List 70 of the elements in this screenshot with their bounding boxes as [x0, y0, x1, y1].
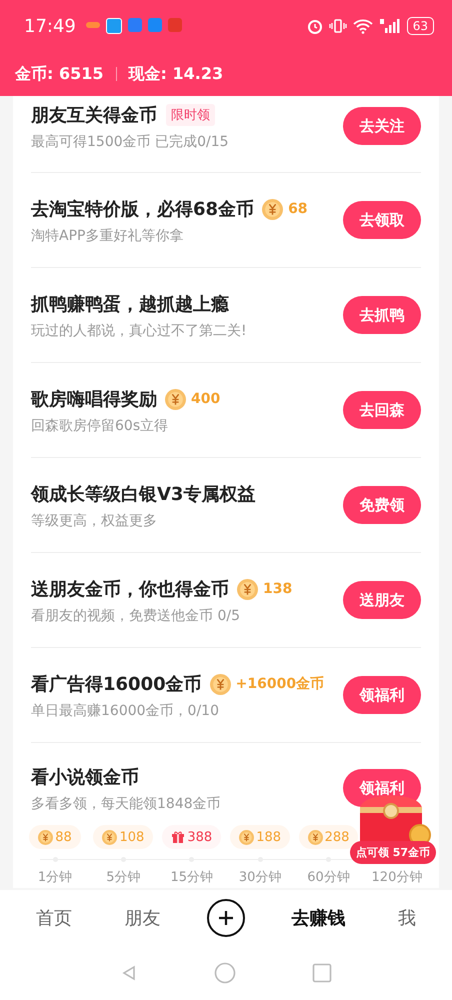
app-notification-icon: [106, 18, 122, 34]
limited-time-tag: 限时领: [166, 104, 215, 126]
cash-balance: 现金: 14.23: [128, 64, 224, 84]
app-notification-icon: [86, 22, 100, 28]
coin-icon: [237, 578, 258, 600]
task-description: 单日最高赚16000金币，0/10: [31, 702, 220, 720]
task-description: 等级更高，权益更多: [31, 512, 158, 530]
task-description: 淘特APP多重好礼等你拿: [31, 227, 184, 245]
task-button[interactable]: 去领取: [343, 201, 421, 239]
nav-tab[interactable]: 去赚钱: [285, 902, 352, 934]
nav-tab[interactable]: 首页: [30, 902, 78, 934]
app-notification-icon: [148, 18, 162, 32]
task-title: 去淘宝特价版，必得68金币: [31, 198, 254, 221]
task-title: 看广告得16000金币: [31, 673, 202, 696]
task-description: 看朋友的视频，免费送他金币 0/5: [31, 607, 241, 625]
time-label: 15分钟: [170, 869, 214, 886]
battery-indicator: 63: [406, 17, 434, 35]
signal-icon: [378, 18, 401, 34]
coin-icon: [308, 830, 323, 844]
nav-tab[interactable]: 我: [392, 902, 422, 934]
time-label: 5分钟: [106, 869, 141, 886]
task-button[interactable]: 去抓鸭: [343, 296, 421, 334]
create-button[interactable]: [206, 898, 245, 936]
task-title: 看小说领金币: [31, 766, 139, 789]
task-button[interactable]: 免费领: [343, 486, 421, 524]
reward-amount: 138: [263, 581, 292, 597]
wifi-icon: [352, 18, 373, 34]
time-label: 1分钟: [38, 869, 72, 886]
gift-icon: [171, 830, 186, 844]
status-time: 17:49: [24, 16, 76, 36]
task-title: 朋友互关得金币: [31, 104, 157, 127]
coin-icon: [262, 198, 284, 220]
task-button[interactable]: 去回森: [343, 391, 421, 429]
task-title: 领成长等级白银V3专属权益: [31, 483, 256, 506]
reward-pill: 88: [29, 825, 81, 849]
task-button[interactable]: 领福利: [343, 676, 421, 714]
task-button[interactable]: 去关注: [343, 107, 421, 145]
home-icon[interactable]: [214, 962, 236, 984]
time-label: 30分钟: [238, 869, 282, 886]
coin-balance: 金币: 6515: [15, 64, 104, 84]
coin-icon: [38, 830, 54, 844]
claim-coins-badge[interactable]: 点可领 57金币: [350, 841, 436, 864]
reward-amount: 68: [288, 201, 308, 217]
coin-icon: [210, 674, 231, 694]
task-button[interactable]: 送朋友: [343, 581, 421, 619]
recents-icon[interactable]: [312, 962, 332, 982]
coin-icon: [102, 830, 118, 844]
reward-pill: 108: [93, 825, 154, 849]
task-description: 玩过的人都说，真心过不了第二关!: [31, 322, 247, 340]
reward-pill: 188: [230, 825, 290, 849]
alarm-icon: [306, 18, 323, 34]
reward-amount: 400: [191, 391, 220, 407]
app-notification-icon: [168, 18, 182, 32]
reward-amount: +16000金币: [236, 675, 324, 693]
time-label: 60分钟: [307, 869, 350, 886]
back-icon[interactable]: [120, 964, 138, 982]
vibrate-icon: [328, 18, 347, 34]
task-description: 回森歌房停留60s立得: [31, 417, 170, 435]
task-description: 多看多领，每天能领1848金币: [31, 795, 221, 813]
coin-icon: [165, 388, 186, 410]
reward-pill: 288: [298, 825, 358, 849]
app-notification-icon: [128, 18, 142, 32]
nav-tab[interactable]: 朋友: [118, 902, 167, 934]
task-title: 抓鸭赚鸭蛋，越抓越上瘾: [31, 293, 229, 316]
task-title: 送朋友金币，你也得金币: [31, 578, 229, 601]
task-description: 最高可得1500金币 已完成0/15: [31, 133, 229, 151]
task-title: 歌房嗨唱得奖励: [31, 388, 157, 411]
time-label: 120分钟: [372, 869, 422, 886]
reward-pill: 388: [162, 825, 222, 849]
coin-icon: [239, 830, 254, 844]
